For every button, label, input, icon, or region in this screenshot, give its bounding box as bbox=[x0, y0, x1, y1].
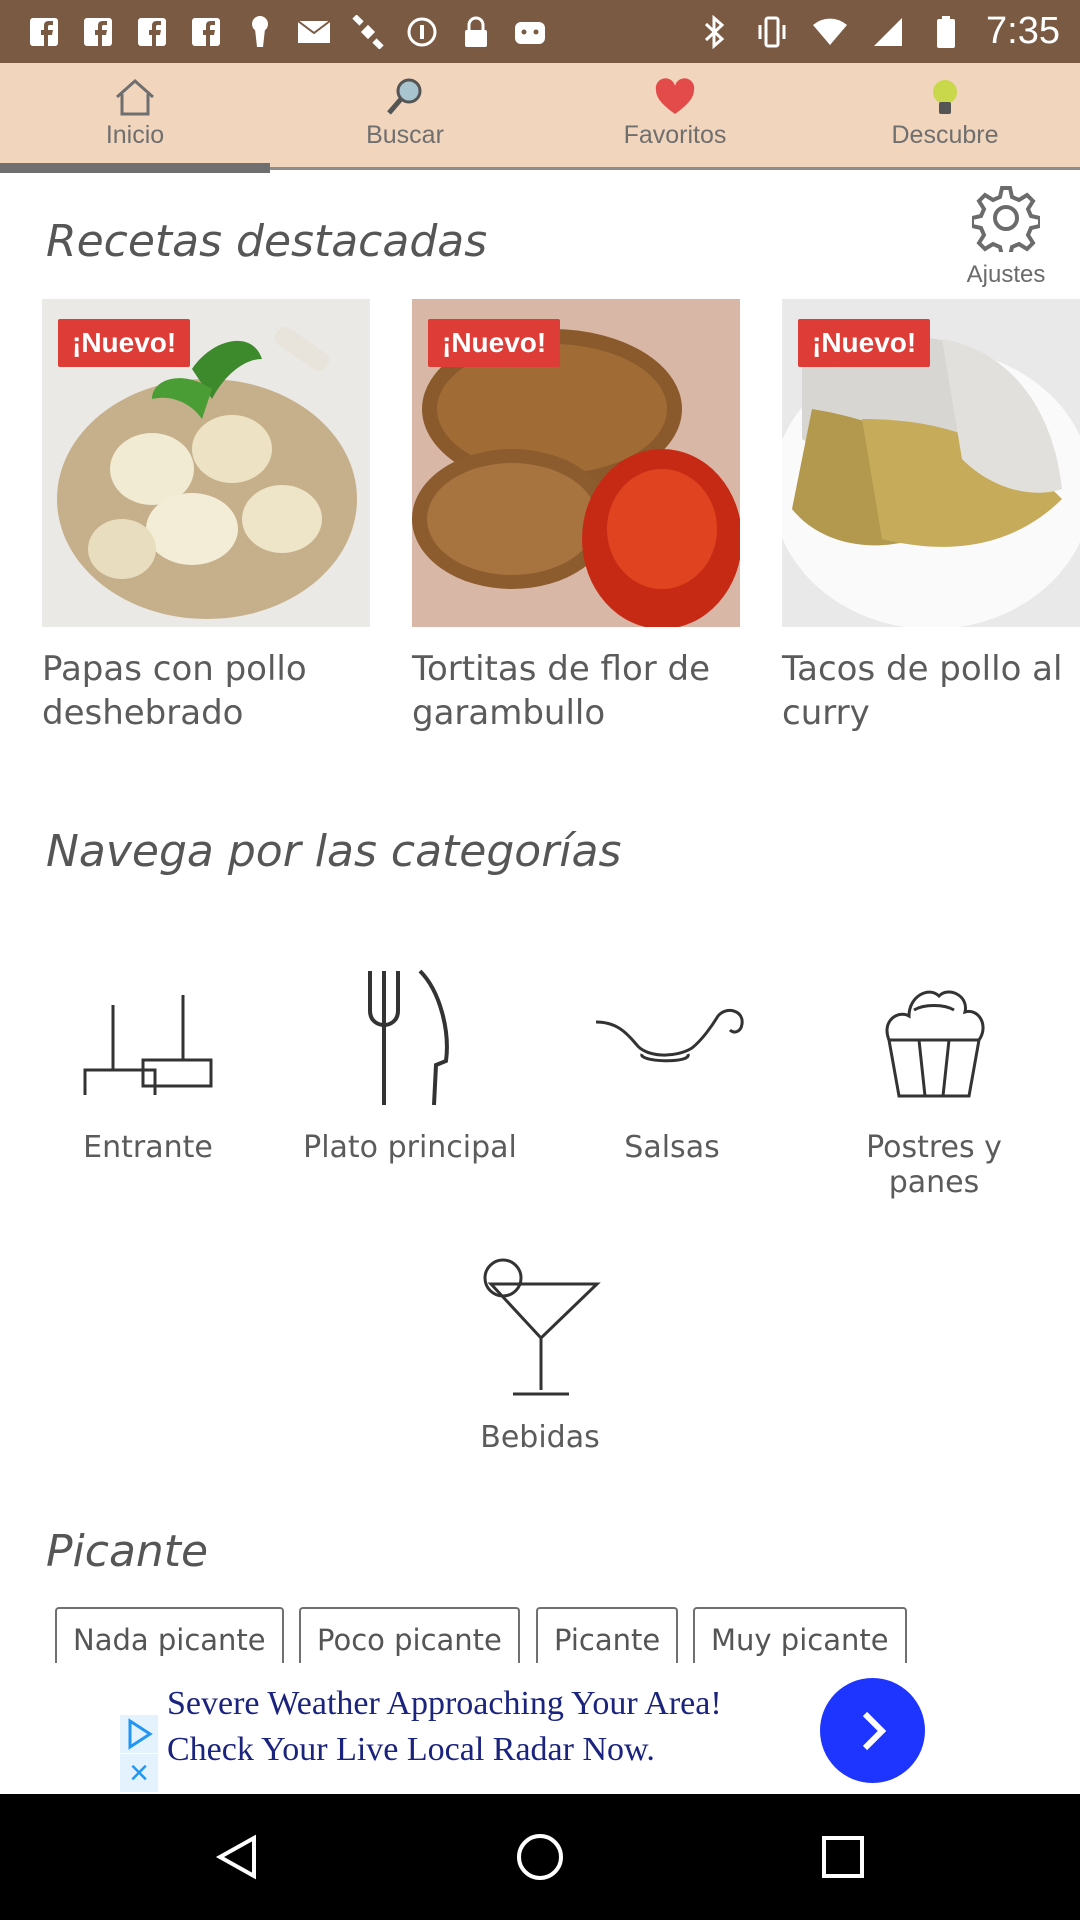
wifi-icon bbox=[812, 14, 848, 50]
category-label: Salsas bbox=[624, 1130, 720, 1165]
bluetooth-icon bbox=[696, 14, 732, 50]
ad-arrow-button[interactable] bbox=[820, 1678, 925, 1783]
lock-icon bbox=[458, 14, 494, 50]
settings-button[interactable]: Ajustes bbox=[958, 184, 1054, 289]
new-badge: ¡Nuevo! bbox=[428, 319, 561, 367]
recipe-title[interactable]: Tacos de pollo al curry bbox=[782, 647, 1080, 735]
category-postres-panes[interactable]: Postres y panes bbox=[818, 960, 1050, 1200]
recipe-card[interactable]: ¡Nuevo! Tacos de pollo al curry bbox=[782, 299, 1080, 735]
tab-descubre[interactable]: Descubre bbox=[810, 63, 1080, 170]
info-circle-icon bbox=[404, 14, 440, 50]
ad-line: Check Your Live Local Radar Now. bbox=[167, 1731, 655, 1768]
ad-text[interactable]: Severe Weather Approaching Your Area! Ch… bbox=[167, 1681, 722, 1773]
chevron-right-icon bbox=[862, 1711, 886, 1750]
chip-poco-picante[interactable]: Poco picante bbox=[299, 1607, 520, 1664]
chip-picante[interactable]: Picante bbox=[536, 1607, 679, 1664]
recipe-title[interactable]: Tortitas de flor de garambullo bbox=[412, 647, 740, 735]
category-label: Entrante bbox=[83, 1130, 213, 1165]
spicy-title: Picante bbox=[46, 1526, 209, 1577]
fork-knife-icon bbox=[368, 969, 449, 1105]
category-label: Plato principal bbox=[303, 1130, 517, 1165]
navigation-bar bbox=[0, 1794, 1080, 1920]
tab-buscar[interactable]: Buscar bbox=[270, 63, 540, 170]
back-icon[interactable] bbox=[212, 1832, 262, 1882]
tab-label: Descubre bbox=[891, 121, 999, 149]
heart-icon bbox=[655, 78, 695, 114]
tab-label: Inicio bbox=[105, 121, 165, 149]
status-bar: 7:35 bbox=[0, 0, 1080, 63]
ad-close-icon[interactable]: × bbox=[120, 1754, 158, 1792]
recipe-image[interactable]: ¡Nuevo! bbox=[782, 299, 1080, 627]
keyhole-icon bbox=[242, 14, 278, 50]
cupcake-icon bbox=[885, 990, 985, 1098]
tab-inicio[interactable]: Inicio bbox=[0, 63, 270, 173]
android-icon bbox=[512, 14, 548, 50]
search-icon bbox=[387, 78, 422, 115]
ad-banner[interactable]: × Severe Weather Approaching Your Area! … bbox=[0, 1663, 1080, 1794]
system-icons: 7:35 bbox=[696, 10, 1060, 53]
tab-label: Buscar bbox=[366, 121, 444, 149]
category-label: Postres y panes bbox=[866, 1130, 1002, 1200]
tab-label: Favoritos bbox=[623, 121, 727, 149]
facebook-icon bbox=[80, 14, 116, 50]
category-entrante[interactable]: Entrante bbox=[48, 960, 248, 1165]
battery-icon bbox=[928, 14, 964, 50]
recipe-image[interactable]: ¡Nuevo! bbox=[42, 299, 370, 627]
home-icon bbox=[116, 78, 154, 116]
recipe-image[interactable]: ¡Nuevo! bbox=[412, 299, 740, 627]
category-bebidas[interactable]: Bebidas bbox=[440, 1250, 640, 1455]
category-salsas[interactable]: Salsas bbox=[572, 960, 772, 1165]
gravy-boat-icon bbox=[595, 1008, 744, 1063]
ad-line: Severe Weather Approaching Your Area! bbox=[167, 1685, 722, 1722]
spatula-icon bbox=[83, 995, 213, 1095]
lightbulb-icon bbox=[933, 80, 957, 114]
home-nav-icon[interactable] bbox=[515, 1832, 565, 1882]
vibrate-icon bbox=[754, 14, 790, 50]
facebook-icon bbox=[26, 14, 62, 50]
facebook-icon bbox=[134, 14, 170, 50]
chip-muy-picante[interactable]: Muy picante bbox=[693, 1607, 907, 1664]
satellite-icon bbox=[350, 14, 386, 50]
recipe-card[interactable]: ¡Nuevo! Papas con pollo deshebrado bbox=[42, 299, 370, 735]
tab-favoritos[interactable]: Favoritos bbox=[540, 63, 810, 170]
tab-bar: Inicio Buscar Favoritos Descubre bbox=[0, 63, 1080, 173]
signal-icon bbox=[870, 14, 906, 50]
recipe-card[interactable]: ¡Nuevo! Tortitas de flor de garambullo bbox=[412, 299, 740, 735]
category-plato-principal[interactable]: Plato principal bbox=[290, 960, 530, 1165]
recipe-title[interactable]: Papas con pollo deshebrado bbox=[42, 647, 370, 735]
featured-title: Recetas destacadas bbox=[46, 216, 488, 267]
active-tab-indicator bbox=[0, 163, 270, 173]
recents-icon[interactable] bbox=[818, 1832, 868, 1882]
new-badge: ¡Nuevo! bbox=[798, 319, 931, 367]
chip-nada-picante[interactable]: Nada picante bbox=[55, 1607, 284, 1664]
status-time: 7:35 bbox=[986, 10, 1060, 52]
gear-icon bbox=[970, 186, 1042, 258]
ad-choices-icon[interactable] bbox=[120, 1715, 158, 1753]
settings-label: Ajustes bbox=[966, 261, 1046, 288]
new-badge: ¡Nuevo! bbox=[58, 319, 191, 367]
cocktail-icon bbox=[483, 1258, 601, 1396]
categories-title: Navega por las categorías bbox=[46, 826, 622, 877]
facebook-icon bbox=[188, 14, 224, 50]
notification-icons bbox=[26, 14, 548, 50]
category-label: Bebidas bbox=[480, 1420, 600, 1455]
mail-icon bbox=[296, 14, 332, 50]
